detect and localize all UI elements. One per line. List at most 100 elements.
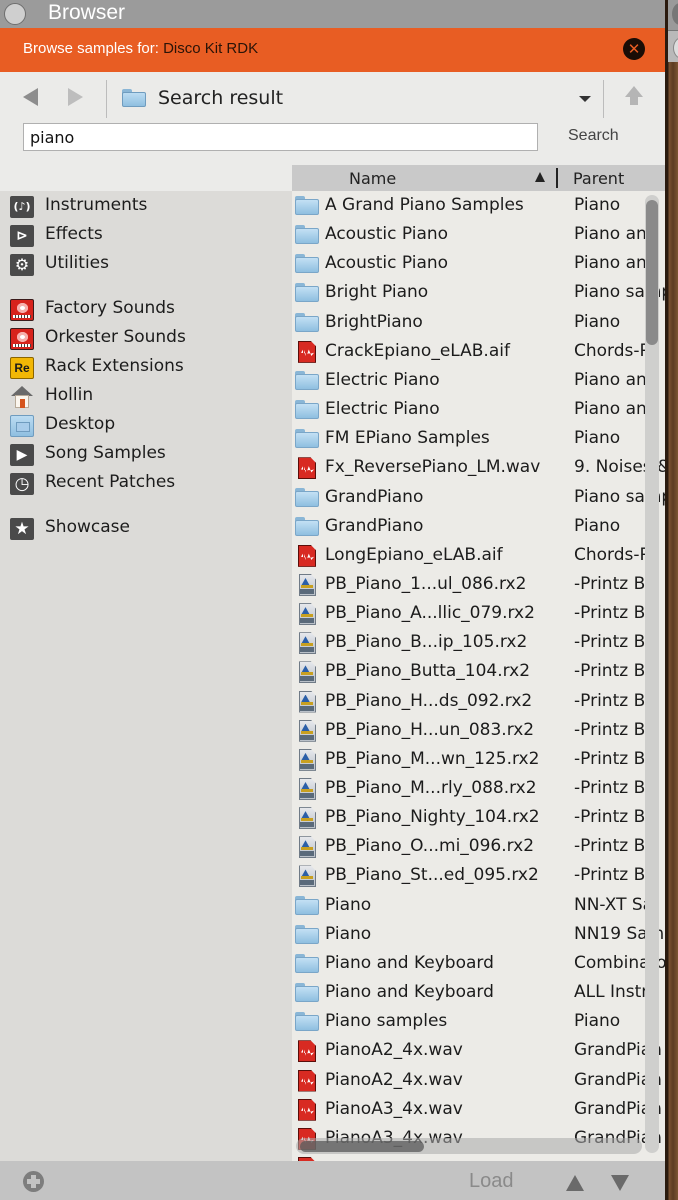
previous-triangle-icon[interactable] (566, 1175, 584, 1191)
chevron-down-icon[interactable] (579, 96, 591, 102)
table-row[interactable]: PB_Piano_St...ed_095.rx2 -Printz Bo (292, 861, 665, 890)
sidebar-item-effects[interactable]: ⊳ Effects (0, 221, 292, 249)
table-row[interactable]: PB_Piano_O...mi_096.rx2 -Printz Bo (292, 832, 665, 861)
table-row[interactable]: Bright Piano Piano samp (292, 278, 665, 307)
row-name: Electric Piano (325, 369, 440, 390)
row-name: Acoustic Piano (325, 224, 449, 245)
table-row[interactable]: PB_Piano_H...ds_092.rx2 -Printz Bo (292, 687, 665, 716)
table-row[interactable]: Piano and Keyboard Combinato (292, 949, 665, 978)
forward-arrow-icon[interactable] (68, 88, 83, 106)
context-target: Disco Kit RDK (163, 40, 259, 57)
utilities-gear-icon: ⚙ (10, 254, 34, 276)
sidebar-item-showcase[interactable]: ★ Showcase (0, 514, 292, 542)
audio-file-icon (295, 544, 319, 567)
effects-icon: ⊳ (10, 225, 34, 247)
next-triangle-icon[interactable] (611, 1175, 629, 1191)
folder-icon (295, 428, 319, 450)
sidebar-item-label: Recent Patches (45, 472, 176, 492)
table-row[interactable]: Piano NN19 Sam (292, 920, 665, 949)
table-row[interactable]: PianoA2_4x.wav GrandPian (292, 1036, 665, 1065)
row-name: PB_Piano_St...ed_095.rx2 (325, 865, 539, 886)
table-row[interactable]: PB_Piano_Nighty_104.rx2 -Printz Bo (292, 803, 665, 832)
file-list: A Grand Piano Samples Piano Acoustic Piano… (292, 191, 665, 1161)
table-row[interactable]: GrandPiano Piano (292, 512, 665, 541)
sidebar-item-song-samples[interactable]: ▶ Song Samples (0, 440, 292, 468)
rex-file-icon (295, 865, 319, 888)
context-label: Browse samples for: Disco Kit RDK (23, 40, 258, 57)
audio-file-icon (295, 1040, 319, 1063)
back-arrow-icon[interactable] (23, 88, 38, 106)
folder-icon (295, 895, 319, 917)
add-circle-icon[interactable] (23, 1171, 44, 1192)
table-row[interactable]: PB_Piano_M...rly_088.rx2 -Printz Bo (292, 774, 665, 803)
row-name: LongEpiano_eLAB.aif (325, 544, 503, 565)
up-arrow-icon[interactable] (625, 86, 643, 108)
column-resize-handle[interactable] (556, 168, 558, 188)
search-button[interactable]: Search (568, 127, 619, 145)
path-label[interactable]: Search result (158, 87, 283, 109)
table-row[interactable]: A Grand Piano Samples Piano (292, 191, 665, 220)
sidebar-item-desktop[interactable]: Desktop (0, 411, 292, 439)
table-row[interactable]: PianoA3_4x.wavGrandPian (292, 1095, 665, 1124)
table-row[interactable]: LongEpiano_eLAB.aif Chords-P. (292, 541, 665, 570)
sidebar-item-hollin[interactable]: Hollin (0, 382, 292, 410)
row-name: PianoA2_4x.wav (325, 1069, 463, 1090)
folder-icon (295, 312, 319, 334)
row-name: PB_Piano_H...un_083.rx2 (325, 719, 535, 740)
horizontal-scrollbar-thumb[interactable] (300, 1141, 424, 1152)
folder-icon (295, 982, 319, 1004)
folder-icon (122, 89, 146, 107)
table-row[interactable]: Electric Piano Piano and (292, 395, 665, 424)
rex-file-icon (295, 807, 319, 830)
table-row[interactable]: Acoustic Piano Piano and (292, 220, 665, 249)
sidebar-item-recent-patches[interactable]: ◷ Recent Patches (0, 469, 292, 497)
row-name: PB_Piano_H...ds_092.rx2 (325, 690, 533, 711)
sidebar-item-rack-extensions[interactable]: Re Rack Extensions (0, 353, 292, 381)
table-row[interactable] (292, 1153, 665, 1161)
column-header-name[interactable]: Name (349, 169, 396, 188)
column-header-parent[interactable]: Parent (573, 169, 624, 188)
background-edge (665, 0, 678, 1200)
row-name: Piano samples (325, 1011, 448, 1032)
table-row[interactable]: Piano NN-XT Sa. (292, 891, 665, 920)
table-row[interactable]: Piano samples Piano (292, 1007, 665, 1036)
row-name: PB_Piano_M...rly_088.rx2 (325, 778, 537, 798)
window-toggle-button[interactable] (4, 3, 26, 25)
rack-extensions-icon: Re (10, 357, 34, 379)
folder-icon (295, 370, 319, 392)
table-row[interactable]: FM EPiano Samples Piano (292, 424, 665, 453)
sidebar-item-instruments[interactable]: (♪) Instruments (0, 192, 292, 220)
table-row[interactable]: GrandPiano Piano samp (292, 483, 665, 512)
rex-file-icon (295, 573, 319, 596)
table-row[interactable]: Piano and Keyboard ALL Instru (292, 978, 665, 1007)
table-row[interactable]: PB_Piano_M...wn_125.rx2 -Printz Bo (292, 745, 665, 774)
row-name: Bright Piano (325, 282, 429, 303)
vertical-scrollbar-thumb[interactable] (646, 200, 658, 345)
load-button[interactable]: Load (469, 1170, 514, 1193)
table-row[interactable]: BrightPiano Piano (292, 308, 665, 337)
table-row[interactable]: PianoA2_4x.wav GrandPian (292, 1066, 665, 1095)
window-title: Browser (48, 1, 126, 24)
table-row[interactable]: CrackEpiano_eLAB.aif Chords-P. (292, 337, 665, 366)
table-row[interactable]: PB_Piano_B...ip_105.rx2 -Printz Bo (292, 628, 665, 657)
table-row[interactable]: PB_Piano_H...un_083.rx2 -Printz Bo (292, 716, 665, 745)
sidebar-item-orkester-sounds[interactable]: Orkester Sounds (0, 324, 292, 352)
folder-icon (295, 924, 319, 946)
close-circle-icon[interactable]: ✕ (623, 38, 645, 60)
sort-ascending-icon (535, 172, 545, 182)
table-row[interactable]: Electric Piano Piano and (292, 366, 665, 395)
sidebar-item-label: Rack Extensions (45, 356, 184, 376)
audio-file-icon (295, 1069, 319, 1092)
table-row[interactable]: PB_Piano_1...ul_086.rx2 -Printz Bo (292, 570, 665, 599)
row-name: PB_Piano_Nighty_104.rx2 (325, 807, 540, 828)
table-row[interactable]: Acoustic Piano Piano and (292, 249, 665, 278)
row-name: PB_Piano_O...mi_096.rx2 (325, 836, 535, 857)
table-row[interactable]: PB_Piano_Butta_104.rx2 -Printz Bo (292, 657, 665, 686)
search-input[interactable] (23, 123, 538, 151)
sidebar-item-factory-sounds[interactable]: Factory Sounds (0, 295, 292, 323)
sidebar-item-utilities[interactable]: ⚙ Utilities (0, 250, 292, 278)
table-row[interactable]: PB_Piano_A...llic_079.rx2 -Printz Bo (292, 599, 665, 628)
table-row[interactable]: Fx_ReversePiano_LM.wav 9. Noises & (292, 453, 665, 482)
rex-file-icon (295, 748, 319, 771)
folder-icon (295, 516, 319, 538)
